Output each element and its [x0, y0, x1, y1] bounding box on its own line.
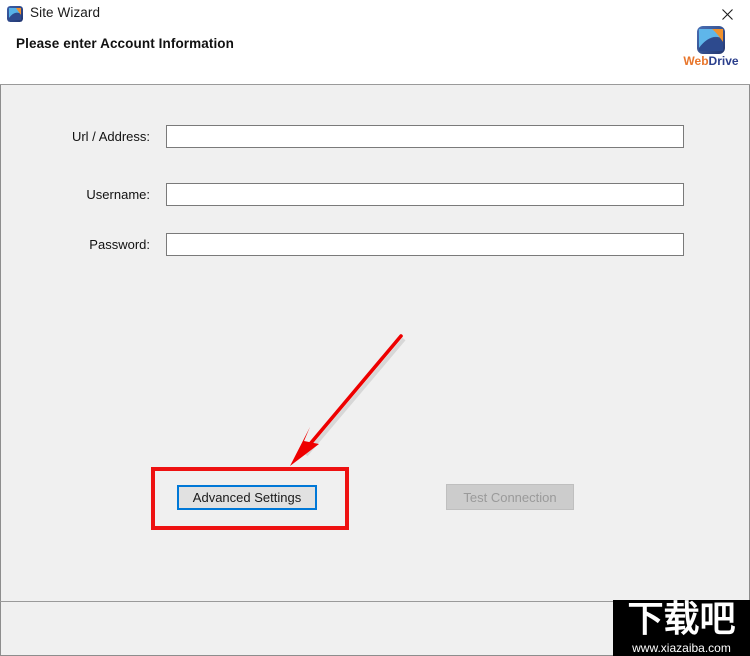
- title-bar: Site Wizard: [0, 0, 750, 28]
- password-label: Password:: [89, 237, 150, 252]
- window-title: Site Wizard: [30, 5, 101, 20]
- close-icon[interactable]: [704, 0, 750, 28]
- test-connection-button[interactable]: Test Connection: [446, 484, 574, 510]
- webdrive-logo-icon: [697, 26, 725, 54]
- wizard-body-panel: Url / Address: Username: Password:: [0, 84, 750, 602]
- brand-web-text: Web: [683, 54, 709, 68]
- site-watermark: 下载吧 www.xiazaiba.com: [613, 600, 750, 656]
- site-wizard-window: Site Wizard Please enter Account Informa…: [0, 0, 750, 656]
- webdrive-brand: WebDrive: [680, 26, 742, 68]
- watermark-url: www.xiazaiba.com: [632, 641, 731, 655]
- watermark-title: 下载吧: [627, 600, 736, 640]
- url-address-label: Url / Address:: [71, 129, 150, 144]
- url-address-input[interactable]: [166, 125, 684, 148]
- brand-drive-text: Drive: [708, 54, 739, 68]
- page-title: Please enter Account Information: [16, 36, 234, 51]
- red-highlight-annotation: [151, 467, 349, 530]
- username-label: Username:: [86, 187, 150, 202]
- username-input[interactable]: [166, 183, 684, 206]
- webdrive-wordmark: WebDrive: [680, 55, 742, 68]
- site-wizard-icon: [7, 6, 23, 22]
- password-input[interactable]: [166, 233, 684, 256]
- wizard-header: Please enter Account Information WebDriv…: [0, 26, 750, 83]
